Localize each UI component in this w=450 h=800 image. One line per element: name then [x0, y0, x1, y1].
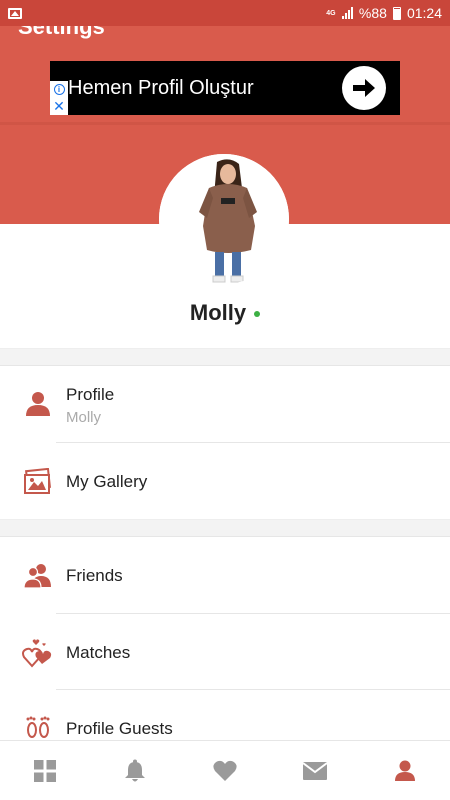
menu-item-profile[interactable]: Profile Molly [0, 366, 450, 442]
profile-name: Molly [189, 300, 247, 325]
ad-arrow-button[interactable] [342, 66, 386, 110]
nav-profile[interactable] [360, 741, 450, 800]
menu-item-label: Friends [66, 566, 123, 585]
envelope-icon [303, 761, 327, 780]
user-icon [26, 392, 50, 416]
header-divider [0, 122, 450, 125]
nav-notifications[interactable] [90, 741, 180, 800]
ad-banner[interactable]: Hemen Profil Oluştur i ✕ [50, 61, 400, 115]
avatar-photo [159, 154, 289, 284]
image-notification-icon [8, 7, 22, 19]
menu-item-matches[interactable]: Matches [0, 614, 450, 690]
friends-icon [24, 564, 51, 589]
nav-messages[interactable] [270, 741, 360, 800]
settings-screen: 4G %88 01:24 Settings Hemen Profil Oluşt… [0, 0, 450, 800]
menu-item-label: My Gallery [66, 472, 148, 491]
section-separator [0, 519, 450, 537]
page-title: Settings [18, 26, 105, 39]
bottom-nav [0, 740, 450, 800]
nav-home[interactable] [0, 741, 90, 800]
section-separator [0, 348, 450, 366]
signal-icon [341, 7, 353, 19]
grid-icon [34, 759, 56, 782]
arrow-right-icon [353, 79, 375, 97]
avatar[interactable] [159, 154, 289, 284]
menu-item-label: Profile Guests [66, 719, 173, 738]
status-bar: 4G %88 01:24 [0, 0, 450, 26]
battery-percent: %88 [358, 5, 387, 21]
network-type: 4G [326, 9, 336, 17]
hearts-icon [22, 639, 52, 668]
footprints-icon [26, 716, 50, 738]
menu-item-label: Profile [66, 385, 115, 404]
ad-text: Hemen Profil Oluştur [68, 76, 254, 99]
menu-item-sublabel: Molly [66, 409, 102, 426]
nav-likes[interactable] [180, 741, 270, 800]
heart-icon [213, 760, 237, 781]
battery-icon [392, 6, 401, 20]
menu-item-label: Matches [66, 643, 131, 662]
menu-item-gallery[interactable]: My Gallery [0, 443, 450, 519]
clock: 01:24 [406, 5, 442, 21]
bell-icon [125, 759, 145, 781]
profile-name-row: Molly [0, 300, 450, 326]
ad-info-panel: i ✕ [50, 81, 68, 115]
online-status-dot [254, 311, 261, 318]
ad-info-icon[interactable]: i [53, 83, 65, 95]
user-icon [395, 760, 415, 781]
menu-item-friends[interactable]: Friends [0, 537, 450, 613]
ad-close-icon[interactable]: ✕ [53, 99, 65, 113]
gallery-icon [24, 468, 51, 494]
